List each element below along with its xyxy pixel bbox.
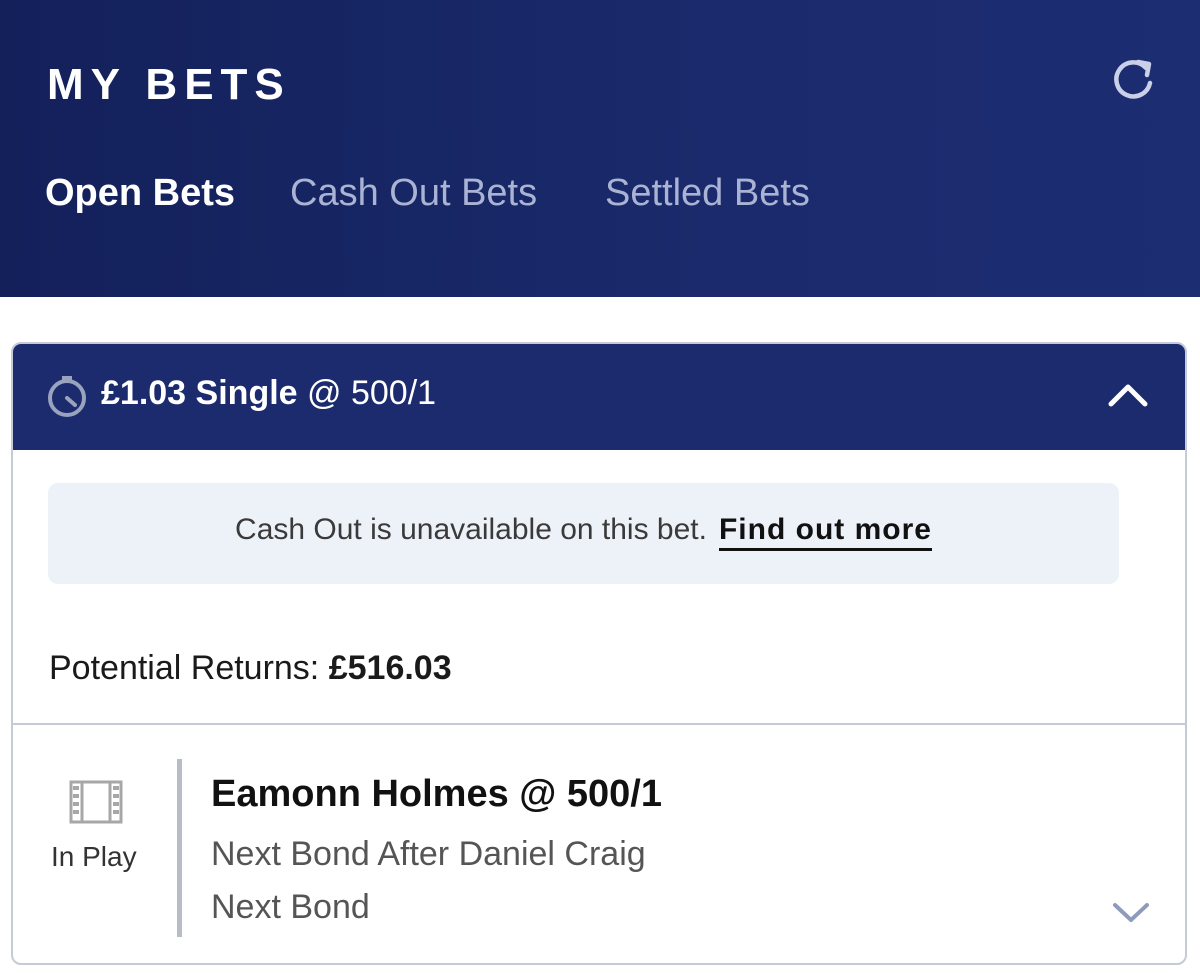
selection-event: Next Bond	[211, 888, 370, 926]
in-play-label: In Play	[51, 841, 137, 872]
page-title: MY BETS	[47, 60, 291, 109]
chevron-up-icon[interactable]	[1107, 380, 1149, 410]
bet-card: £1.03 Single @ 500/1 Cash Out is unavail…	[11, 342, 1187, 965]
tab-settled-bets[interactable]: Settled Bets	[605, 172, 810, 215]
returns-amount: £516.03	[328, 649, 452, 687]
tab-cash-out-bets[interactable]: Cash Out Bets	[290, 172, 537, 215]
bet-odds: @ 500/1	[307, 374, 437, 412]
cash-out-notice: Cash Out is unavailable on this bet. Find…	[48, 483, 1119, 584]
film-icon	[69, 780, 123, 824]
notice-text: Cash Out is unavailable on this bet.	[235, 513, 707, 546]
potential-returns: Potential Returns: £516.03	[49, 649, 452, 688]
find-out-more-link[interactable]: Find out more	[718, 513, 932, 551]
selection-name: Eamonn Holmes @ 500/1	[211, 773, 662, 815]
chevron-down-icon[interactable]	[1112, 900, 1150, 924]
notice-text-row: Cash Out is unavailable on this bet. Find…	[48, 513, 1119, 551]
page-header: MY BETS Open Bets Cash Out Bets Settled …	[0, 0, 1200, 297]
bet-card-header[interactable]: £1.03 Single @ 500/1	[13, 344, 1185, 450]
clock-icon	[48, 376, 86, 417]
refresh-icon[interactable]	[1108, 55, 1158, 105]
bet-type: Single	[195, 374, 298, 412]
selection-market: Next Bond After Daniel Craig	[211, 835, 646, 873]
returns-label: Potential Returns:	[49, 649, 320, 687]
tab-open-bets[interactable]: Open Bets	[45, 172, 235, 215]
selection-divider	[177, 759, 182, 937]
bet-stake: £1.03	[101, 374, 187, 412]
bet-summary: £1.03 Single @ 500/1	[101, 374, 436, 413]
bet-selection: In Play Eamonn Holmes @ 500/1 Next Bond …	[13, 725, 1185, 963]
